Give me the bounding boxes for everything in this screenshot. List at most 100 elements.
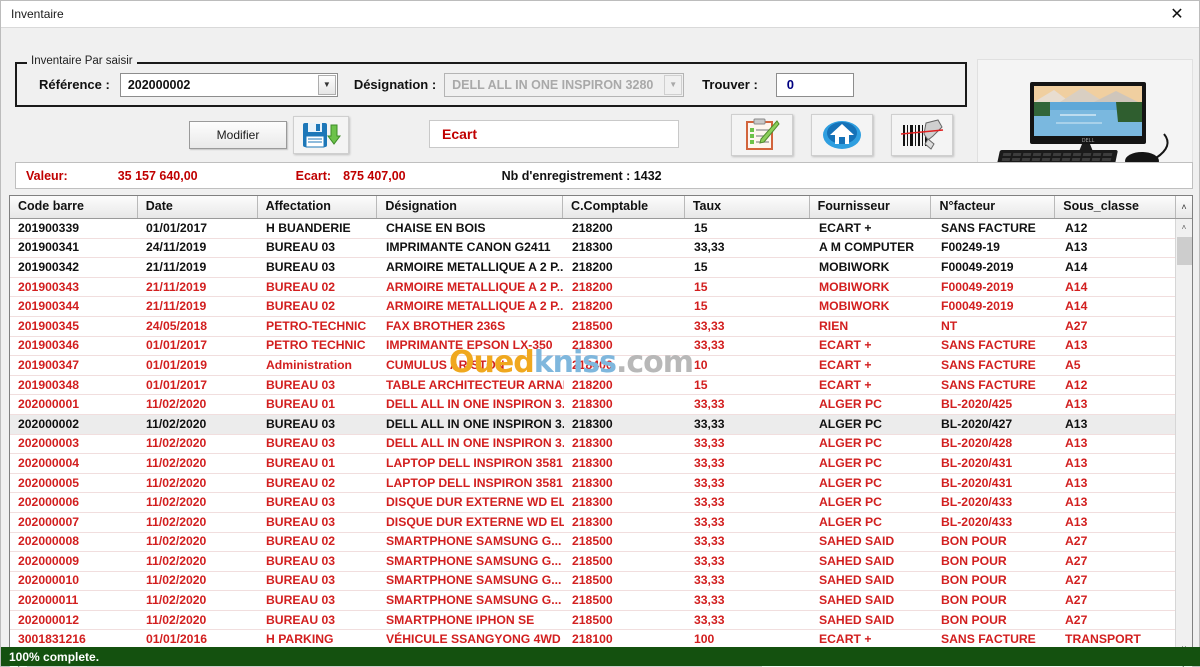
save-floppy-icon xyxy=(303,123,341,148)
table-row[interactable]: 201900343 21/11/2019 BUREAU 02 ARMOIRE META… xyxy=(10,278,1192,298)
cell-affectation: BUREAU 03 xyxy=(266,553,336,568)
grid-vertical-scrollbar[interactable]: ˄ ˅ xyxy=(1175,219,1192,657)
table-row[interactable]: 202000008 11/02/2020 BUREAU 02 SMARTPHONE S… xyxy=(10,533,1192,553)
column-header-affectation[interactable]: Affectation xyxy=(258,196,378,218)
cell-code: 201900345 xyxy=(18,318,80,333)
ecart-field-value: Ecart xyxy=(442,126,478,142)
scroll-up-icon[interactable]: ˄ xyxy=(1176,219,1192,236)
chevron-down-icon[interactable]: ▼ xyxy=(317,74,336,95)
column-header-date[interactable]: Date xyxy=(138,196,258,218)
cell-fournisseur: ECART + xyxy=(819,220,872,235)
table-row[interactable]: 202000009 11/02/2020 BUREAU 03 SMARTPHONE S… xyxy=(10,552,1192,572)
cell-taux: 33,33 xyxy=(694,475,725,490)
cell-code: 202000001 xyxy=(18,397,80,412)
cell-code: 202000008 xyxy=(18,534,80,549)
cell-code: 202000007 xyxy=(18,514,80,529)
cell-comptable: 218300 xyxy=(572,240,613,255)
cell-affectation: BUREAU 03 xyxy=(266,416,336,431)
table-row[interactable]: 202000004 11/02/2020 BUREAU 01 LAPTOP DELL … xyxy=(10,454,1192,474)
inventory-list-button[interactable] xyxy=(731,114,793,156)
cell-sousclasse: A13 xyxy=(1065,416,1088,431)
reference-combo[interactable]: 202000002 ▼ xyxy=(119,72,338,97)
cell-fournisseur: ALGER PC xyxy=(819,416,882,431)
cell-affectation: BUREAU 03 xyxy=(266,377,336,392)
column-header-comptable[interactable]: C.Comptable xyxy=(563,196,685,218)
table-row[interactable]: 201900348 01/01/2017 BUREAU 03 TABLE ARCHIT… xyxy=(10,376,1192,396)
table-row[interactable]: 201900347 01/01/2019 Administration CUMULUS… xyxy=(10,356,1192,376)
column-header-fournisseur[interactable]: Fournisseur xyxy=(810,196,932,218)
modifier-button[interactable]: Modifier xyxy=(189,121,287,149)
cell-date: 11/02/2020 xyxy=(146,475,207,490)
table-row[interactable]: 201900346 01/01/2017 PETRO TECHNIC IMPRIMAN… xyxy=(10,337,1192,357)
close-icon[interactable]: ✕ xyxy=(1155,1,1199,27)
cell-date: 21/11/2019 xyxy=(146,299,207,314)
designation-combo[interactable]: DELL ALL IN ONE INSPIRON 3280 ▼ xyxy=(444,72,685,97)
cell-sousclasse: A27 xyxy=(1065,318,1088,333)
cell-designation: SMARTPHONE SAMSUNG G... xyxy=(386,573,562,588)
cell-affectation: BUREAU 03 xyxy=(266,259,336,274)
cell-comptable: 218300 xyxy=(572,416,613,431)
cell-sousclasse: A14 xyxy=(1065,259,1088,274)
cell-facteur: NT xyxy=(941,318,958,333)
grid-body[interactable]: 201900339 01/01/2017 H BUANDERIE CHAISE EN … xyxy=(10,219,1192,657)
cell-sousclasse: A27 xyxy=(1065,573,1088,588)
table-row[interactable]: 201900342 21/11/2019 BUREAU 03 ARMOIRE META… xyxy=(10,258,1192,278)
table-row[interactable]: 202000011 11/02/2020 BUREAU 03 SMARTPHONE S… xyxy=(10,591,1192,611)
column-header-taux[interactable]: Taux xyxy=(685,196,810,218)
table-row[interactable]: 202000003 11/02/2020 BUREAU 03 DELL ALL IN … xyxy=(10,435,1192,455)
cell-facteur: F00249-19 xyxy=(941,240,1000,255)
cell-affectation: BUREAU 02 xyxy=(266,279,336,294)
record-count: Nb d'enregistrement : 1432 xyxy=(501,168,662,183)
cell-code: 202000006 xyxy=(18,495,80,510)
cell-code: 201900346 xyxy=(18,338,80,353)
table-row[interactable]: 202000006 11/02/2020 BUREAU 03 DISQUE DUR E… xyxy=(10,493,1192,513)
cell-facteur: BL-2020/433 xyxy=(941,495,1013,510)
cell-code: 202000002 xyxy=(18,416,80,431)
cell-code: 202000011 xyxy=(18,593,79,608)
column-header-code[interactable]: Code barre xyxy=(10,196,138,218)
vertical-scroll-thumb[interactable] xyxy=(1177,237,1192,265)
cell-designation: DELL ALL IN ONE INSPIRON 3... xyxy=(386,436,564,451)
column-header-designation[interactable]: Désignation xyxy=(377,196,564,218)
table-row[interactable]: 202000007 11/02/2020 BUREAU 03 DISQUE DUR E… xyxy=(10,513,1192,533)
column-header-facteur[interactable]: N°facteur xyxy=(931,196,1056,218)
cell-date: 21/11/2019 xyxy=(146,279,207,294)
cell-date: 11/02/2020 xyxy=(146,397,207,412)
barcode-scan-button[interactable] xyxy=(891,114,953,156)
cell-affectation: BUREAU 01 xyxy=(266,455,336,470)
trouver-input[interactable]: 0 xyxy=(775,72,854,97)
scroll-up-icon[interactable]: ˄ xyxy=(1175,196,1192,218)
table-row[interactable]: 202000002 11/02/2020 BUREAU 03 DELL ALL IN … xyxy=(10,414,1192,435)
cell-sousclasse: A13 xyxy=(1065,475,1088,490)
home-button[interactable] xyxy=(811,114,873,156)
table-row[interactable]: 202000010 11/02/2020 BUREAU 03 SMARTPHONE S… xyxy=(10,572,1192,592)
table-row[interactable]: 201900344 21/11/2019 BUREAU 02 ARMOIRE META… xyxy=(10,297,1192,317)
table-row[interactable]: 201900339 01/01/2017 H BUANDERIE CHAISE EN … xyxy=(10,219,1192,239)
chevron-down-icon[interactable]: ▼ xyxy=(664,74,683,95)
cell-sousclasse: A14 xyxy=(1065,299,1088,314)
cell-designation: LAPTOP DELL INSPIRON 3581 I3 xyxy=(386,455,564,470)
table-row[interactable]: 201900341 24/11/2019 BUREAU 03 IMPRIMANTE C… xyxy=(10,239,1192,259)
column-header-sousclasse[interactable]: Sous_classe xyxy=(1055,196,1175,218)
save-button[interactable] xyxy=(293,116,349,154)
cell-designation: DISQUE DUR EXTERNE WD EL... xyxy=(386,514,564,529)
table-row[interactable]: 201900345 24/05/2018 PETRO-TECHNIC FAX BROT… xyxy=(10,317,1192,337)
cell-designation: ARMOIRE METALLIQUE A 2 P... xyxy=(386,259,564,274)
table-row[interactable]: 202000001 11/02/2020 BUREAU 01 DELL ALL IN … xyxy=(10,395,1192,415)
trouver-value: 0 xyxy=(786,77,795,92)
table-row[interactable]: 202000012 11/02/2020 BUREAU 03 SMARTPHONE I… xyxy=(10,611,1192,631)
cell-sousclasse: A13 xyxy=(1065,338,1088,353)
cell-taux: 15 xyxy=(694,377,708,392)
table-row[interactable]: 202000005 11/02/2020 BUREAU 02 LAPTOP DELL … xyxy=(10,474,1192,494)
designation-value: DELL ALL IN ONE INSPIRON 3280 xyxy=(452,77,654,92)
inventory-window: Inventaire ✕ Inventaire Par saisir Référ… xyxy=(0,0,1200,667)
cell-taux: 15 xyxy=(694,299,708,314)
cell-fournisseur: SAHED SAID xyxy=(819,573,895,588)
ecart-display-field[interactable]: Ecart xyxy=(429,120,679,148)
home-icon xyxy=(823,121,861,149)
status-bar: 100% complete. xyxy=(1,647,1200,666)
cell-affectation: BUREAU 01 xyxy=(266,397,336,412)
cell-affectation: PETRO-TECHNIC xyxy=(266,318,367,333)
cell-sousclasse: A27 xyxy=(1065,553,1088,568)
cell-taux: 33,33 xyxy=(694,573,725,588)
